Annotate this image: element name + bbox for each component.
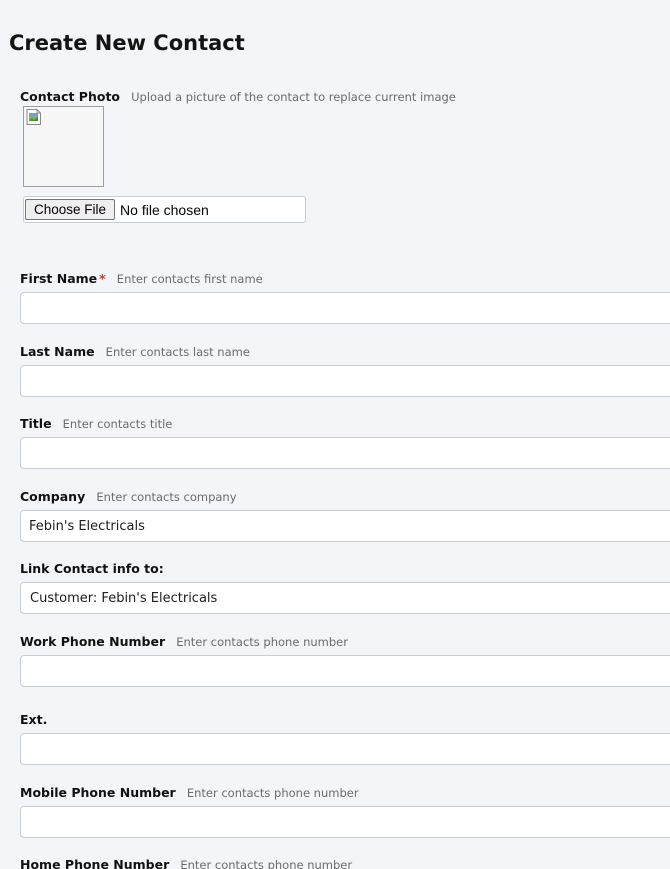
first-name-hint: Enter contacts first name	[116, 272, 263, 286]
last-name-input[interactable]	[20, 365, 670, 397]
mobile-phone-hint: Enter contacts phone number	[186, 786, 359, 800]
mobile-phone-label: Mobile Phone Number	[20, 785, 176, 800]
last-name-label-row: Last Name Enter contacts last name	[20, 342, 670, 360]
company-input[interactable]	[20, 510, 670, 542]
home-phone-label-row: Home Phone Number Enter contacts phone n…	[20, 855, 670, 869]
work-phone-label-row: Work Phone Number Enter contacts phone n…	[20, 632, 670, 650]
required-marker: *	[99, 271, 106, 286]
company-label: Company	[20, 489, 86, 504]
title-label: Title	[20, 416, 52, 431]
ext-label: Ext.	[20, 712, 48, 727]
title-hint: Enter contacts title	[62, 417, 173, 431]
contact-photo-preview	[23, 106, 104, 187]
mobile-phone-label-row: Mobile Phone Number Enter contacts phone…	[20, 783, 670, 801]
title-input[interactable]	[20, 437, 670, 469]
home-phone-hint: Enter contacts phone number	[180, 858, 353, 869]
company-field-group: Company Enter contacts company	[20, 487, 670, 542]
link-contact-field-group: Link Contact info to: Customer: Febin's …	[20, 559, 670, 614]
page-title: Create New Contact	[9, 31, 245, 55]
company-label-row: Company Enter contacts company	[20, 487, 670, 505]
contact-photo-hint: Upload a picture of the contact to repla…	[131, 90, 456, 104]
first-name-field-group: First Name * Enter contacts first name	[20, 269, 670, 324]
create-contact-page: Create New Contact Contact Photo Upload …	[0, 0, 670, 869]
home-phone-field-group: Home Phone Number Enter contacts phone n…	[20, 855, 670, 869]
choose-file-button[interactable]: Choose File	[25, 199, 116, 220]
first-name-label-row: First Name * Enter contacts first name	[20, 269, 670, 287]
link-contact-selected-value: Customer: Febin's Electricals	[30, 590, 218, 606]
work-phone-hint: Enter contacts phone number	[176, 635, 348, 649]
first-name-input[interactable]	[20, 292, 670, 324]
ext-field-group: Ext.	[20, 710, 670, 765]
contact-photo-label-row: Contact Photo Upload a picture of the co…	[20, 87, 670, 105]
home-phone-label: Home Phone Number	[20, 857, 170, 869]
ext-input[interactable]	[20, 733, 670, 765]
mobile-phone-input[interactable]	[20, 806, 670, 838]
company-hint: Enter contacts company	[96, 490, 237, 504]
title-field-group: Title Enter contacts title	[20, 414, 670, 469]
work-phone-field-group: Work Phone Number Enter contacts phone n…	[20, 632, 670, 687]
photo-file-input[interactable]: Choose File No file chosen	[23, 196, 306, 223]
mobile-phone-field-group: Mobile Phone Number Enter contacts phone…	[20, 783, 670, 838]
last-name-hint: Enter contacts last name	[105, 345, 250, 359]
last-name-label: Last Name	[20, 344, 95, 359]
last-name-field-group: Last Name Enter contacts last name	[20, 342, 670, 397]
work-phone-input[interactable]	[20, 655, 670, 687]
file-status-text: No file chosen	[120, 201, 209, 218]
ext-label-row: Ext.	[20, 710, 670, 728]
link-contact-select[interactable]: Customer: Febin's Electricals	[20, 582, 670, 614]
contact-photo-section: Contact Photo Upload a picture of the co…	[20, 87, 670, 105]
link-contact-label-row: Link Contact info to:	[20, 559, 670, 577]
contact-photo-label: Contact Photo	[20, 89, 121, 104]
first-name-label: First Name	[20, 271, 98, 286]
work-phone-label: Work Phone Number	[20, 634, 166, 649]
title-label-row: Title Enter contacts title	[20, 414, 670, 432]
broken-image-icon	[26, 109, 41, 125]
link-contact-label: Link Contact info to:	[20, 561, 164, 576]
